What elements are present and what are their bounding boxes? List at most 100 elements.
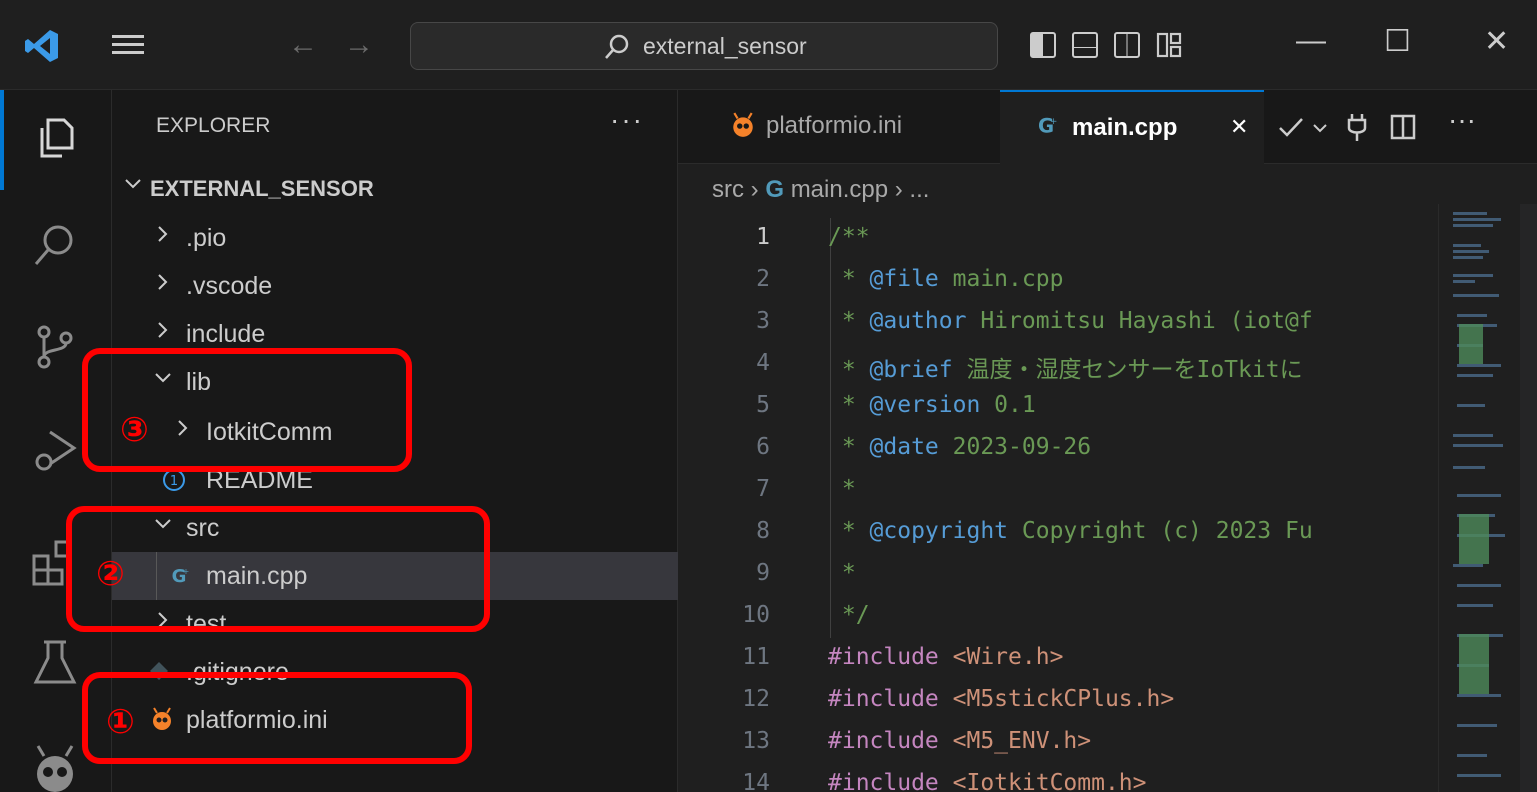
code-line[interactable]: 10 */ [678,596,1438,638]
code-line[interactable]: 2 * @file main.cpp [678,260,1438,302]
tab-bar: platformio.ini G + main.cpp ✕ ··· [678,90,1537,164]
folder-root[interactable]: EXTERNAL_SENSOR [112,164,678,212]
code-text: */ [828,602,870,628]
code-text: #include <IotkitComm.h> [828,770,1147,792]
code-line[interactable]: 12 #include <M5stickCPlus.h> [678,680,1438,722]
line-number: 11 [742,644,770,670]
line-number: 12 [742,686,770,712]
title-bar: ← → external_sensor — ☐ ✕ [0,0,1537,90]
close-window-button[interactable]: ✕ [1484,24,1509,59]
annotation-number-3: ③ [120,411,149,449]
minimize-button[interactable]: — [1296,24,1326,58]
annotation-number-1: ① [106,703,135,741]
line-number: 4 [756,350,770,376]
line-number: 13 [742,728,770,754]
code-line[interactable]: 6 * @date 2023-09-26 [678,428,1438,470]
chevron-right-icon [158,274,168,290]
plug-icon[interactable] [1346,112,1368,142]
chevron-right-icon [158,322,168,338]
search-icon [605,34,629,59]
cpp-file-icon: G+ [1038,115,1057,138]
code-text: #include <M5stickCPlus.h> [828,686,1175,712]
customize-layout-icon[interactable] [1156,32,1182,58]
tab-platformio-ini[interactable]: platformio.ini [678,90,1000,164]
chevron-right-icon [158,226,168,242]
tab-close-button[interactable]: ✕ [1230,114,1248,140]
svg-text:+: + [1050,117,1057,127]
testing-icon[interactable] [30,638,80,688]
code-line[interactable]: 5 * @version 0.1 [678,386,1438,428]
run-debug-icon[interactable] [30,424,80,474]
line-number: 3 [756,308,770,334]
code-line[interactable]: 14 #include <IotkitComm.h> [678,764,1438,792]
code-text: * @file main.cpp [828,266,1064,292]
toggle-secondary-sidebar-icon[interactable] [1114,32,1140,58]
code-text: * [828,560,856,586]
tree-item-pio[interactable]: .pio [112,214,678,262]
chevron-down-icon [125,179,141,189]
tree-item-label: .vscode [186,272,273,300]
breadcrumb-symbols[interactable]: ... [909,176,929,203]
line-number: 2 [756,266,770,292]
cpp-file-icon: G [765,176,785,203]
search-text: external_sensor [643,33,807,59]
code-line[interactable]: 9 * [678,554,1438,596]
maximize-button[interactable]: ☐ [1384,24,1411,59]
vscode-logo-icon[interactable] [22,26,62,66]
code-line[interactable]: 3 * @author Hiromitsu Hayashi (iot@f [678,302,1438,344]
back-arrow-icon[interactable]: ← [288,28,318,62]
platformio-icon[interactable] [30,744,80,792]
explorer-icon[interactable] [30,112,80,162]
line-number: 6 [756,434,770,460]
menu-icon[interactable] [108,30,148,60]
split-editor-icon[interactable] [1390,114,1416,140]
check-icon[interactable] [1278,116,1304,138]
chevron-down-icon[interactable] [1312,120,1328,136]
svg-text:1: 1 [170,474,178,489]
line-number: 14 [742,770,770,792]
breadcrumb-folder[interactable]: src [712,176,744,203]
tab-label: platformio.ini [766,112,903,139]
tab-main-cpp[interactable]: G + main.cpp ✕ [1000,90,1264,164]
code-line[interactable]: 13 #include <M5_ENV.h> [678,722,1438,764]
vertical-scrollbar[interactable] [1520,204,1537,792]
line-number: 10 [742,602,770,628]
tree-item-label: .pio [186,224,227,252]
code-line[interactable]: 1 /** [678,218,1438,260]
minimap-preview [1453,212,1505,777]
line-number: 7 [756,476,770,502]
breadcrumb: src › G main.cpp › ... [712,176,929,204]
code-line[interactable]: 7 * [678,470,1438,512]
code-text: #include <Wire.h> [828,644,1064,670]
line-number: 9 [756,560,770,586]
explorer-more-button[interactable]: ··· [610,104,644,136]
explorer-header: EXPLORER [156,114,271,137]
minimap[interactable] [1438,204,1520,792]
root-folder-label: EXTERNAL_SENSOR [150,176,374,201]
code-editor[interactable]: 1/** 2 * @file main.cpp 3 * @author Hiromi… [678,218,1438,792]
code-line[interactable]: 4 * @brief 温度・湿度センサーをIoTkitに [678,344,1438,386]
editor-more-button[interactable]: ··· [1448,104,1476,136]
editor-area: platformio.ini G + main.cpp ✕ ··· src › G… [678,90,1537,792]
annotation-box-1 [82,672,472,764]
breadcrumb-separator: › [894,176,910,203]
annotation-number-2: ② [96,555,125,593]
breadcrumb-file[interactable]: main.cpp [791,176,888,203]
code-line[interactable]: 8 * @copyright Copyright (c) 2023 Fu [678,512,1438,554]
forward-arrow-icon[interactable]: → [344,28,374,62]
platformio-file-icon [733,112,753,137]
code-text: * [828,476,856,502]
source-control-icon[interactable] [30,322,80,372]
search-icon[interactable] [30,220,80,270]
tree-item-label: include [186,320,266,348]
code-line[interactable]: 11 #include <Wire.h> [678,638,1438,680]
tree-item-vscode[interactable]: .vscode [112,262,678,310]
code-text: /** [828,224,870,250]
annotation-box-2 [66,506,490,632]
line-number: 5 [756,392,770,418]
toggle-primary-sidebar-icon[interactable] [1030,32,1056,58]
code-text: * @date 2023-09-26 [828,434,1092,460]
command-center-search[interactable]: external_sensor [410,22,998,70]
tab-label: main.cpp [1072,114,1178,141]
toggle-panel-icon[interactable] [1072,32,1098,58]
